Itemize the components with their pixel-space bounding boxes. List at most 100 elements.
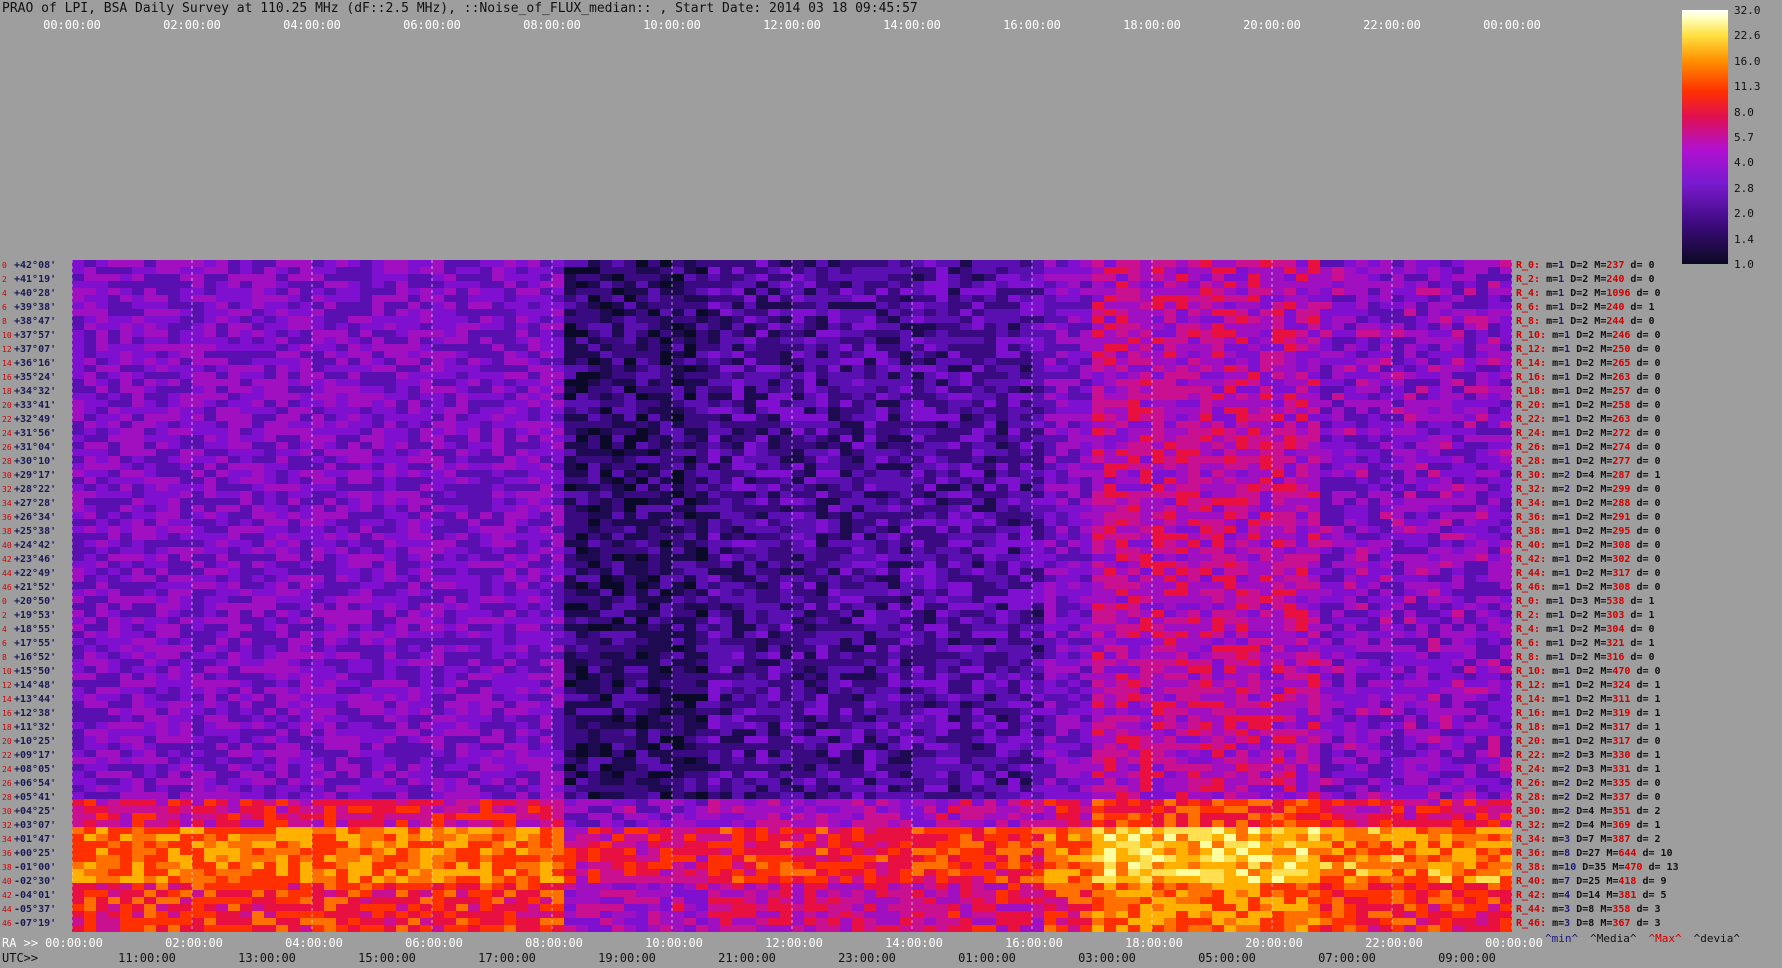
heatmap-cell	[288, 337, 301, 345]
heatmap-cell	[1056, 470, 1069, 478]
heatmap-cell	[1044, 526, 1057, 534]
heatmap-cell	[1188, 456, 1201, 464]
heatmap-cell	[708, 421, 721, 429]
heatmap-cell	[1248, 491, 1261, 499]
heatmap-cell	[576, 533, 589, 541]
heatmap-cell	[1440, 407, 1453, 415]
heatmap-cell	[1164, 260, 1177, 268]
heatmap-cell	[648, 505, 661, 513]
heatmap-cell	[456, 498, 469, 506]
heatmap-cell	[1128, 421, 1141, 429]
heatmap-cell	[768, 414, 781, 422]
heatmap-cell	[384, 351, 397, 359]
heatmap-cell	[624, 288, 637, 296]
heatmap-cell	[1440, 519, 1453, 527]
heatmap-cell	[288, 386, 301, 394]
heatmap-cell	[1080, 442, 1093, 450]
heatmap-cell	[1464, 400, 1477, 408]
heatmap-cell	[84, 533, 97, 541]
heatmap-cell	[96, 540, 109, 548]
heatmap-cell	[780, 372, 793, 380]
heatmap-cell	[408, 449, 421, 457]
heatmap-cell	[612, 512, 625, 520]
heatmap-cell	[1080, 449, 1093, 457]
heatmap-cell	[1248, 351, 1261, 359]
heatmap-cell	[1200, 267, 1213, 275]
heatmap-cell	[276, 547, 289, 555]
heatmap-cell	[132, 484, 145, 492]
heatmap-cell	[1380, 267, 1393, 275]
heatmap-cell	[144, 344, 157, 352]
heatmap-cell	[1368, 260, 1381, 268]
heatmap-cell	[1452, 358, 1465, 366]
heatmap-cell	[1452, 302, 1465, 310]
heatmap-cell	[732, 498, 745, 506]
heatmap-cell	[1152, 435, 1165, 443]
heatmap-cell	[240, 309, 253, 317]
heatmap-cell	[1008, 512, 1021, 520]
heatmap-cell	[612, 351, 625, 359]
heatmap-cell	[624, 470, 637, 478]
heatmap-cell	[1404, 323, 1417, 331]
heatmap-cell	[348, 526, 361, 534]
heatmap-cell	[1404, 267, 1417, 275]
heatmap-cell	[72, 393, 85, 401]
heatmap-cell	[1080, 344, 1093, 352]
top-tick-label: 06:00:00	[403, 18, 461, 32]
heatmap-cell	[624, 463, 637, 471]
heatmap-cell	[276, 281, 289, 289]
heatmap-cell	[504, 505, 517, 513]
heatmap-cell	[1500, 491, 1512, 499]
heatmap-cell	[1068, 533, 1081, 541]
heatmap-cell	[348, 512, 361, 520]
heatmap-cell	[768, 442, 781, 450]
heatmap-cell	[348, 365, 361, 373]
heatmap-cell	[492, 330, 505, 338]
heatmap-cell	[1092, 295, 1105, 303]
heatmap-cell	[84, 337, 97, 345]
heatmap-cell	[1140, 491, 1153, 499]
heatmap-cell	[1500, 267, 1512, 275]
heatmap-cell	[144, 456, 157, 464]
heatmap-cell	[1488, 281, 1501, 289]
heatmap-cell	[792, 498, 805, 506]
heatmap-cell	[144, 260, 157, 268]
heatmap-cell	[972, 351, 985, 359]
heatmap-cell	[252, 260, 265, 268]
heatmap-cell	[264, 379, 277, 387]
heatmap-cell	[216, 330, 229, 338]
heatmap-cell	[1428, 351, 1441, 359]
heatmap-cell	[768, 302, 781, 310]
heatmap-cell	[204, 477, 217, 485]
heatmap-cell	[756, 421, 769, 429]
heatmap-cell	[1104, 400, 1117, 408]
heatmap-cell	[528, 428, 541, 436]
heatmap-cell	[1380, 428, 1393, 436]
heatmap-cell	[588, 498, 601, 506]
heatmap-cell	[1008, 456, 1021, 464]
heatmap-cell	[480, 519, 493, 527]
heatmap-cell	[1212, 526, 1225, 534]
heatmap-cell	[960, 435, 973, 443]
heatmap-cell	[1344, 351, 1357, 359]
heatmap-cell	[1320, 372, 1333, 380]
heatmap-cell	[1368, 540, 1381, 548]
heatmap-cell	[1104, 505, 1117, 513]
heatmap-cell	[1140, 519, 1153, 527]
heatmap-cell	[852, 512, 865, 520]
heatmap-cell	[1164, 323, 1177, 331]
heatmap-cell	[708, 351, 721, 359]
heatmap-cell	[1476, 491, 1489, 499]
heatmap-cell	[612, 393, 625, 401]
heatmap-cell	[1044, 484, 1057, 492]
heatmap-cell	[1200, 316, 1213, 324]
heatmap-cell	[1224, 302, 1237, 310]
heatmap-cell	[1176, 400, 1189, 408]
heatmap-cell	[636, 407, 649, 415]
heatmap-cell	[480, 330, 493, 338]
heatmap-cell	[528, 533, 541, 541]
heatmap-cell	[1488, 316, 1501, 324]
heatmap-cell	[1176, 330, 1189, 338]
heatmap-cell	[900, 302, 913, 310]
heatmap-cell	[960, 463, 973, 471]
